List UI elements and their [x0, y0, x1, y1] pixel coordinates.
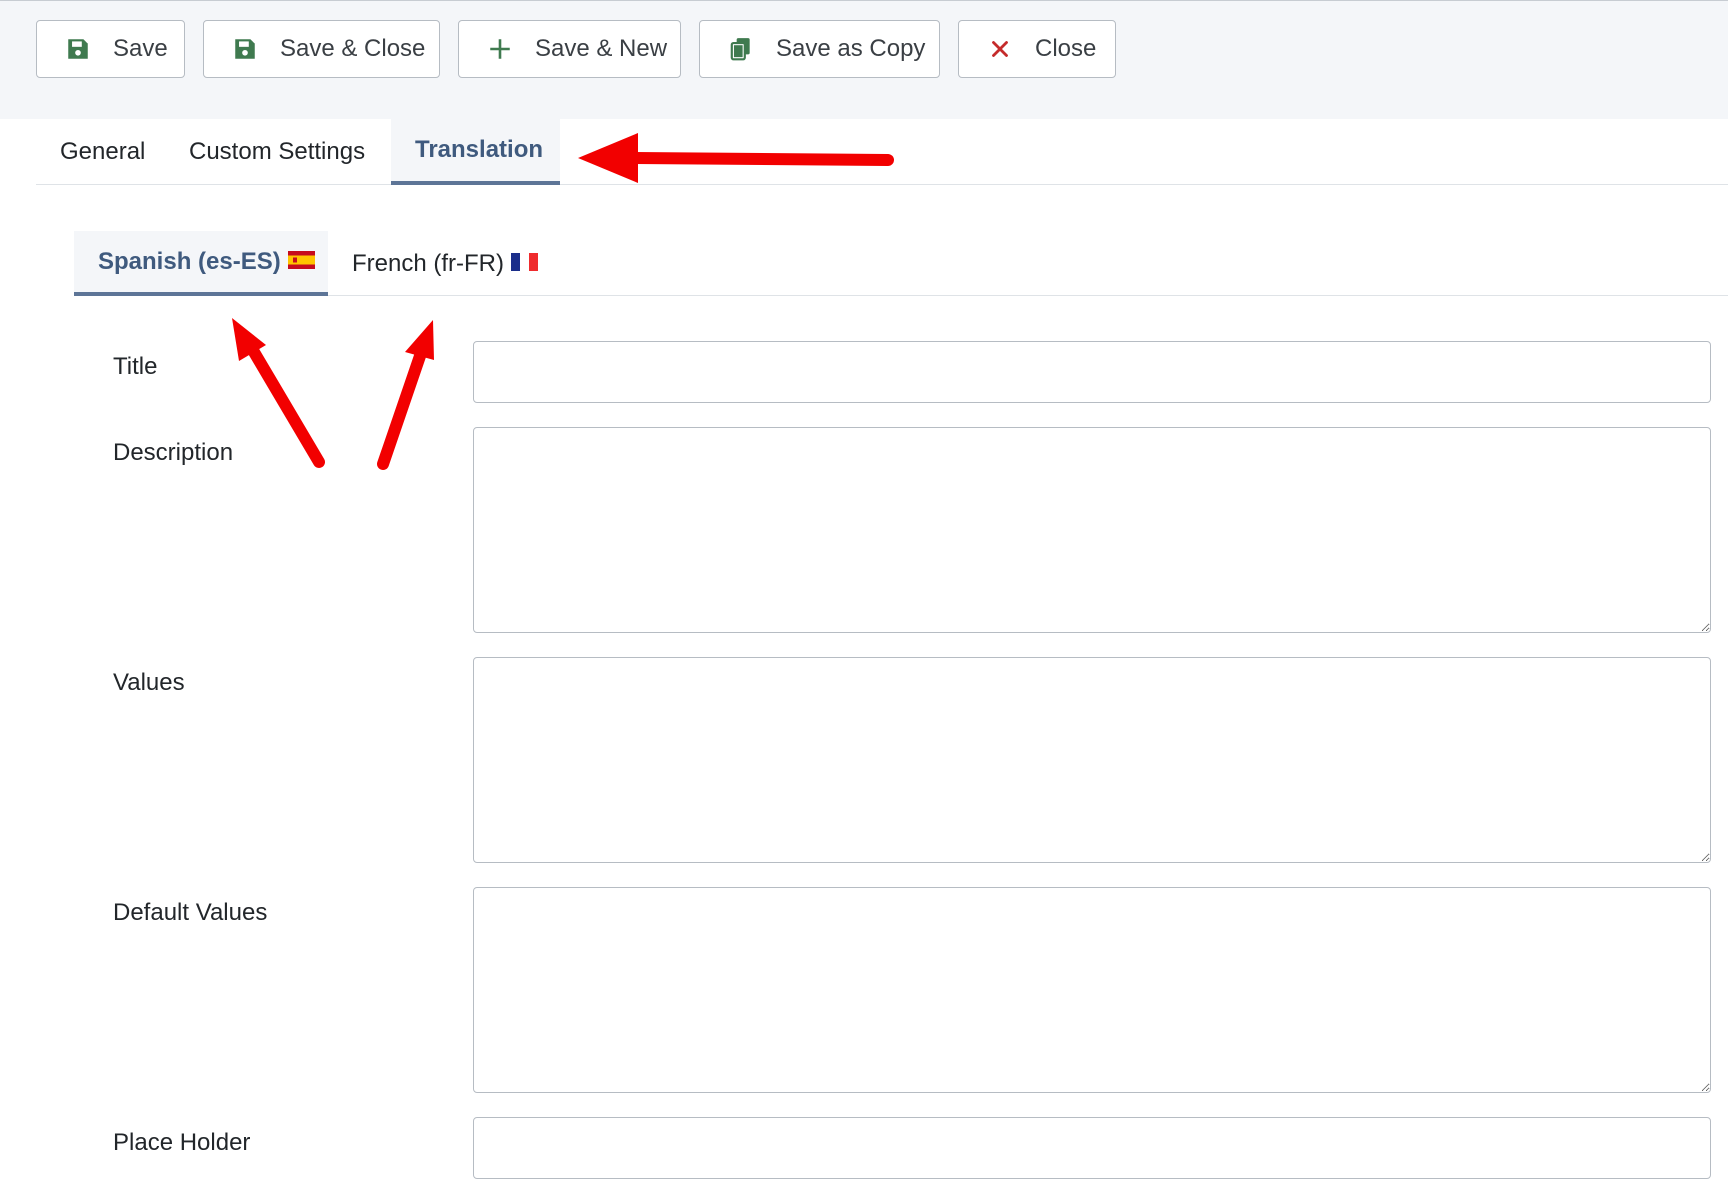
tab-translation[interactable]: Translation [391, 119, 560, 185]
plus-icon [487, 36, 513, 62]
default-values-textarea[interactable] [473, 887, 1711, 1093]
copy-icon [728, 36, 754, 62]
tab-french[interactable]: French (fr-FR) [328, 231, 538, 296]
tab-french-label: French (fr-FR) [352, 249, 504, 277]
floppy-disk-icon [65, 36, 91, 62]
save-button-label: Save [113, 35, 168, 62]
save-and-new-button-label: Save & New [535, 35, 668, 62]
title-input[interactable] [473, 341, 1711, 403]
spain-flag-icon [287, 248, 315, 276]
description-label: Description [113, 439, 234, 466]
floppy-disk-icon [232, 36, 258, 62]
annotation-arrow-french-tab [377, 320, 434, 470]
title-label: Title [113, 353, 158, 380]
save-button[interactable]: Save [36, 20, 185, 78]
toolbar: Save Save & Close Save & New Save as Cop… [0, 1, 1728, 101]
values-textarea[interactable] [473, 657, 1711, 863]
tab-general[interactable]: General [36, 119, 163, 185]
close-button-label: Close [1035, 35, 1097, 62]
save-and-close-button-label: Save & Close [280, 35, 426, 62]
tab-spanish-label: Spanish (es-ES) [98, 247, 281, 275]
france-flag-icon [511, 250, 538, 278]
annotation-arrow-spanish-tab [232, 318, 325, 468]
save-and-close-button[interactable]: Save & Close [203, 20, 440, 78]
language-tabs: Spanish (es-ES) French (fr-FR) [74, 231, 1728, 296]
tab-spanish[interactable]: Spanish (es-ES) [74, 231, 328, 296]
save-as-copy-button[interactable]: Save as Copy [699, 20, 940, 78]
save-and-new-button[interactable]: Save & New [458, 20, 681, 78]
main-tabs: General Custom Settings Translation [36, 119, 1728, 185]
save-as-copy-button-label: Save as Copy [776, 35, 926, 62]
place-holder-label: Place Holder [113, 1129, 251, 1156]
close-button[interactable]: Close [958, 20, 1116, 78]
toolbar-spacer [0, 101, 1728, 119]
values-label: Values [113, 669, 185, 696]
tab-general-label: General [60, 138, 146, 165]
tab-translation-label: Translation [415, 136, 544, 163]
tab-custom-settings-label: Custom Settings [189, 138, 366, 165]
close-x-icon [987, 36, 1013, 62]
place-holder-input[interactable] [473, 1117, 1711, 1179]
description-textarea[interactable] [473, 427, 1711, 633]
default-values-label: Default Values [113, 899, 268, 926]
tab-custom-settings[interactable]: Custom Settings [163, 119, 387, 185]
